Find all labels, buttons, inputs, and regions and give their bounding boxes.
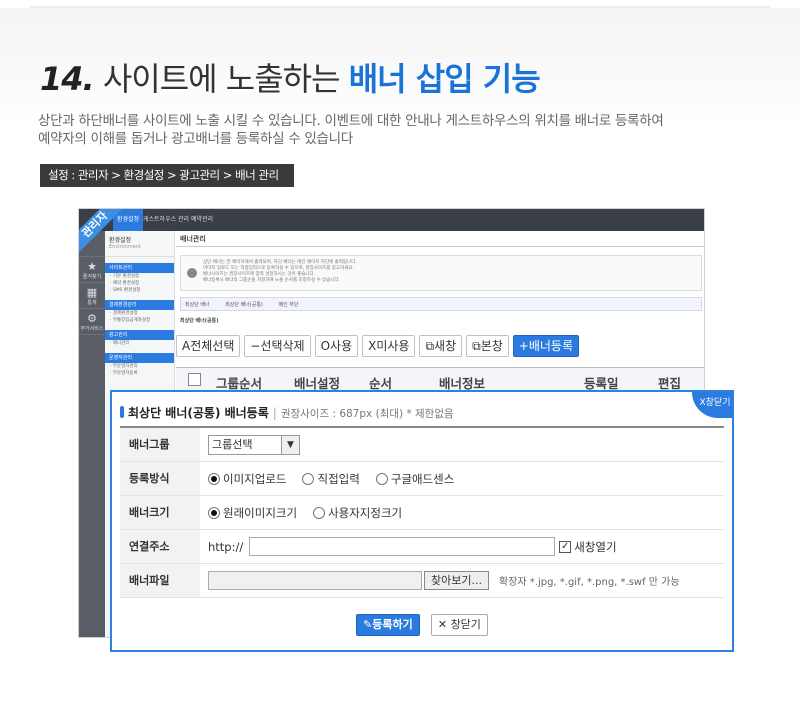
file-note: 확장자 *.jpg, *.gif, *.png, *.swf 만 가능 xyxy=(498,577,680,588)
main-title: 배너관리 xyxy=(176,231,704,247)
check-icon: ✓ xyxy=(559,540,572,553)
sidebar-item[interactable]: · SMS 환경설정 xyxy=(105,287,174,294)
banner-sub-tabs: 최상단 배너 최상단 배너(공통) 메인 하단 xyxy=(180,297,702,311)
select-all-button[interactable]: A전체선택 xyxy=(176,335,241,357)
browse-button[interactable]: 찾아보기... xyxy=(424,571,489,590)
sub-tab[interactable]: 메인 하단 xyxy=(278,302,298,308)
radio-dot xyxy=(302,472,315,485)
radio-original-size[interactable]: 원래이미지크기 xyxy=(208,505,297,521)
notice-box: 상단 배너는 전 페이지에서 출력되며, 하단 배너는 메인 페이지 하단에 출… xyxy=(180,255,702,291)
radio-dot xyxy=(208,472,220,485)
popup-actions: ✎등록하기 ✕ 창닫기 xyxy=(112,614,732,636)
field-label: 배너파일 xyxy=(120,564,200,597)
popup-close-tab[interactable]: X창닫기 xyxy=(692,392,732,418)
feature-description: 상단과 하단배너를 사이트에 노출 시킬 수 있습니다. 이벤트에 대한 안내나… xyxy=(38,112,738,148)
sidebar-section[interactable]: 사이트관리 xyxy=(105,263,174,273)
sidebar-section[interactable]: 운영자관리 xyxy=(105,353,174,363)
field-label: 배너그룹 xyxy=(120,428,200,461)
description-line: 예약자의 이해를 돕거나 광고배너를 등록하실 수 있습니다 xyxy=(38,131,353,147)
sidebar-header: 환경설정 Environment xyxy=(105,231,174,257)
form-row-file: 배너파일 찾아보기... 확장자 *.jpg, *.gif, *.png, *.… xyxy=(120,564,724,598)
radio-image-upload[interactable]: 이미지업로드 xyxy=(208,471,286,487)
url-prefix: http:// xyxy=(208,539,244,554)
sub-tab[interactable]: 최상단 배너(공통) xyxy=(225,302,263,308)
link-url-input[interactable] xyxy=(249,537,556,556)
settings-path: 설정 : 관리자 > 환경설정 > 광고관리 > 배너 관리 xyxy=(40,164,294,187)
radio-dot xyxy=(375,472,388,485)
radio-direct-input[interactable]: 직접입력 xyxy=(302,471,360,487)
gear-icon: ⚙ xyxy=(87,312,97,325)
admin-top-bar: 환경설정 게스트하우스 관리 예약관리 xyxy=(79,209,704,231)
description-line: 상단과 하단배너를 사이트에 노출 시킬 수 있습니다. 이벤트에 대한 안내나… xyxy=(38,113,664,129)
chart-icon: ▦ xyxy=(86,286,98,299)
toolbar: A전체선택 −선택삭제 O사용 X미사용 ⧉새창 ⧉본창 +배너등록 xyxy=(176,335,583,357)
radio-custom-size[interactable]: 사용자지정크기 xyxy=(313,505,402,521)
delete-selected-button[interactable]: −선택삭제 xyxy=(244,335,311,357)
banner-register-popup: 최상단 배너(공통) 배너등록 | 권장사이즈 : 687px (최대) * 제한없… xyxy=(110,390,734,652)
sidebar-item[interactable]: · 결제환경설정 xyxy=(105,310,174,317)
info-icon xyxy=(187,268,197,278)
rail-item[interactable]: ⚙ 부가서비스 xyxy=(79,309,105,335)
close-button[interactable]: ✕ 창닫기 xyxy=(430,614,488,636)
sidebar-section[interactable]: 결제환경관리 xyxy=(105,300,174,310)
radio-dot xyxy=(313,506,326,519)
register-form: 배너그룹 그룹선택 ▼ 등록방식 이미지업로드 직접입력 구글애드센스 배너크기 … xyxy=(120,426,724,598)
admin-tab[interactable]: 게스트하우스 관리 xyxy=(143,214,189,223)
sidebar-item[interactable]: · 부운영자등록 xyxy=(105,370,174,377)
title-plain: 사이트에 노출하는 xyxy=(93,60,349,98)
page-title: 14. 사이트에 노출하는 배너 삽입 기능 xyxy=(40,54,541,100)
sidebar-item[interactable]: · 배너관리 xyxy=(105,340,174,347)
sub-tab[interactable]: 최상단 배너 xyxy=(185,302,210,308)
new-window-button[interactable]: ⧉새창 xyxy=(419,335,463,357)
star-icon: ★ xyxy=(87,260,97,273)
sidebar-item[interactable]: · 예약 환경설정 xyxy=(105,280,174,287)
form-row-method: 등록방식 이미지업로드 직접입력 구글애드센스 xyxy=(120,462,724,496)
pencil-icon: ✎ xyxy=(363,618,373,631)
group-select[interactable]: 그룹선택 ▼ xyxy=(208,434,300,455)
form-row-link: 연결주소 http:// ✓ 새창열기 xyxy=(120,530,724,564)
popup-title: 최상단 배너(공통) 배너등록 xyxy=(128,406,269,420)
field-label: 배너크기 xyxy=(120,496,200,529)
form-row-group: 배너그룹 그룹선택 ▼ xyxy=(120,428,724,462)
radio-adsense[interactable]: 구글애드센스 xyxy=(375,471,454,487)
form-row-size: 배너크기 원래이미지크기 사용자지정크기 xyxy=(120,496,724,530)
admin-left-rail: ★ 즐겨찾기 ▦ 통계 ⚙ 부가서비스 xyxy=(79,231,105,637)
field-label: 등록방식 xyxy=(120,462,200,495)
title-highlight: 배너 삽입 기능 xyxy=(348,60,541,98)
close-icon: ✕ xyxy=(437,618,451,631)
register-button[interactable]: ✎등록하기 xyxy=(356,614,420,636)
title-number: 14. xyxy=(40,60,95,98)
file-path-input[interactable] xyxy=(208,571,422,590)
same-window-button[interactable]: ⧉본창 xyxy=(466,335,509,357)
chevron-down-icon: ▼ xyxy=(281,435,299,454)
sidebar-section[interactable]: 광고관리 xyxy=(105,330,174,340)
admin-tab[interactable]: 예약관리 xyxy=(191,214,213,223)
sidebar-item[interactable]: · 기본 환경설정 xyxy=(105,273,174,280)
sidebar-item[interactable]: · 부운영자관리 xyxy=(105,363,174,370)
rail-item[interactable]: ★ 즐겨찾기 xyxy=(79,257,105,283)
popup-subtitle: 권장사이즈 : 687px (최대) * 제한없음 xyxy=(280,408,454,420)
select-all-checkbox[interactable] xyxy=(188,373,201,386)
use-button[interactable]: O사용 xyxy=(314,335,359,357)
field-label: 연결주소 xyxy=(120,530,200,563)
new-window-checkbox[interactable]: ✓ 새창열기 xyxy=(559,539,617,555)
unuse-button[interactable]: X미사용 xyxy=(362,335,416,357)
radio-dot xyxy=(208,506,220,519)
add-banner-button[interactable]: +배너등록 xyxy=(512,335,579,357)
group-label: 최상단 배너(공통) xyxy=(180,318,219,324)
rail-item[interactable]: ▦ 통계 xyxy=(79,283,105,309)
sidebar-item[interactable]: · 무통장입금계좌설정 xyxy=(105,317,174,324)
popup-header: 최상단 배너(공통) 배너등록 | 권장사이즈 : 687px (최대) * 제한없… xyxy=(120,404,454,421)
